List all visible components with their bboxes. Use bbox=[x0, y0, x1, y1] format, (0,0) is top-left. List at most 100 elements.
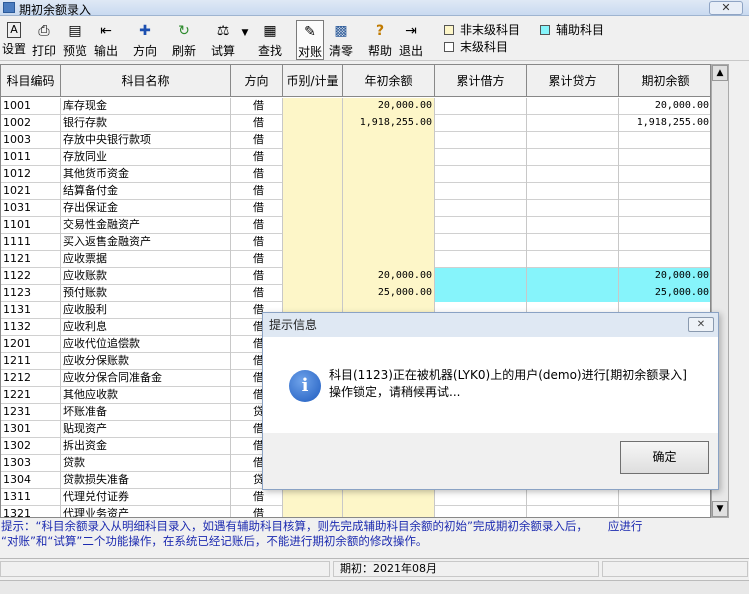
cell-name[interactable]: 其他应收款 bbox=[61, 387, 231, 404]
cell-name[interactable]: 代理兑付证券 bbox=[61, 489, 231, 506]
cell-cur[interactable] bbox=[283, 149, 343, 166]
help-button[interactable]: ? 帮助 bbox=[366, 20, 394, 60]
cell-code[interactable]: 1131 bbox=[1, 302, 61, 319]
cell-year[interactable] bbox=[343, 506, 435, 517]
cell-year[interactable]: 25,000.00 bbox=[343, 285, 435, 302]
cell-cr[interactable] bbox=[527, 285, 619, 302]
cell-cr[interactable] bbox=[527, 217, 619, 234]
cell-bal[interactable] bbox=[619, 132, 710, 149]
cell-dir[interactable]: 借 bbox=[231, 200, 283, 217]
cell-dr[interactable] bbox=[435, 268, 527, 285]
cell-code[interactable]: 1201 bbox=[1, 336, 61, 353]
cell-code[interactable]: 1012 bbox=[1, 166, 61, 183]
cell-bal[interactable] bbox=[619, 251, 710, 268]
find-button[interactable]: ▦ 查找 bbox=[256, 20, 284, 60]
cell-cur[interactable] bbox=[283, 132, 343, 149]
cell-code[interactable]: 1021 bbox=[1, 183, 61, 200]
table-row[interactable]: 1122 应收账款借 20,000.00 20,000.00 bbox=[1, 268, 710, 285]
col-header-year-start[interactable]: 年初余额 bbox=[343, 65, 435, 97]
refresh-button[interactable]: ↻ 刷新 bbox=[170, 20, 198, 60]
cell-bal[interactable] bbox=[619, 183, 710, 200]
cell-bal[interactable]: 20,000.00 bbox=[619, 268, 710, 285]
cell-name[interactable]: 存出保证金 bbox=[61, 200, 231, 217]
cell-cur[interactable] bbox=[283, 251, 343, 268]
cell-dr[interactable] bbox=[435, 183, 527, 200]
cell-bal[interactable] bbox=[619, 149, 710, 166]
trial-balance-button[interactable]: ⚖ 试算 bbox=[208, 20, 238, 60]
cell-dr[interactable] bbox=[435, 234, 527, 251]
cell-dr[interactable] bbox=[435, 506, 527, 517]
cell-cr[interactable] bbox=[527, 115, 619, 132]
cell-year[interactable]: 1,918,255.00 bbox=[343, 115, 435, 132]
cell-code[interactable]: 1231 bbox=[1, 404, 61, 421]
cell-name[interactable]: 其他货币资金 bbox=[61, 166, 231, 183]
settings-button[interactable]: A 设置 bbox=[1, 20, 27, 60]
cell-cr[interactable] bbox=[527, 234, 619, 251]
cell-dr[interactable] bbox=[435, 132, 527, 149]
col-header-currency[interactable]: 币别/计量 bbox=[283, 65, 343, 97]
cell-cr[interactable] bbox=[527, 183, 619, 200]
table-row[interactable]: 1101 交易性金融资产借 bbox=[1, 217, 710, 234]
cell-name[interactable]: 坏账准备 bbox=[61, 404, 231, 421]
cell-dr[interactable] bbox=[435, 285, 527, 302]
cell-name[interactable]: 交易性金融资产 bbox=[61, 217, 231, 234]
cell-code[interactable]: 1111 bbox=[1, 234, 61, 251]
cell-cr[interactable] bbox=[527, 132, 619, 149]
export-button[interactable]: ⇤ 输出 bbox=[92, 20, 120, 60]
cell-name[interactable]: 存放中央银行款项 bbox=[61, 132, 231, 149]
cell-bal[interactable]: 1,918,255.00 bbox=[619, 115, 710, 132]
window-close-button[interactable]: ✕ bbox=[709, 1, 743, 15]
cell-cr[interactable] bbox=[527, 98, 619, 115]
cell-cur[interactable] bbox=[283, 285, 343, 302]
table-row[interactable]: 1121 应收票据借 bbox=[1, 251, 710, 268]
cell-year[interactable] bbox=[343, 200, 435, 217]
cell-code[interactable]: 1211 bbox=[1, 353, 61, 370]
cell-cr[interactable] bbox=[527, 489, 619, 506]
cell-name[interactable]: 应收利息 bbox=[61, 319, 231, 336]
cell-year[interactable] bbox=[343, 166, 435, 183]
scroll-up-icon[interactable]: ▲ bbox=[712, 65, 728, 81]
cell-code[interactable]: 1001 bbox=[1, 98, 61, 115]
cell-name[interactable]: 贷款 bbox=[61, 455, 231, 472]
cell-cur[interactable] bbox=[283, 489, 343, 506]
table-row[interactable]: 1012 其他货币资金借 bbox=[1, 166, 710, 183]
cell-dir[interactable]: 借 bbox=[231, 98, 283, 115]
cell-cur[interactable] bbox=[283, 183, 343, 200]
cell-code[interactable]: 1302 bbox=[1, 438, 61, 455]
trial-balance-dropdown[interactable]: ▼ bbox=[239, 20, 251, 60]
print-button[interactable]: ⎙ 打印 bbox=[31, 20, 57, 60]
cell-name[interactable]: 应收票据 bbox=[61, 251, 231, 268]
cell-name[interactable]: 库存现金 bbox=[61, 98, 231, 115]
cell-cur[interactable] bbox=[283, 115, 343, 132]
col-header-opening[interactable]: 期初余额 bbox=[619, 65, 710, 97]
cell-dir[interactable]: 借 bbox=[231, 115, 283, 132]
dialog-close-button[interactable]: ✕ bbox=[688, 317, 714, 332]
cell-cr[interactable] bbox=[527, 149, 619, 166]
cell-code[interactable]: 1303 bbox=[1, 455, 61, 472]
cell-dr[interactable] bbox=[435, 489, 527, 506]
cell-name[interactable]: 贴现资产 bbox=[61, 421, 231, 438]
cell-year[interactable]: 20,000.00 bbox=[343, 98, 435, 115]
table-row[interactable]: 1031 存出保证金借 bbox=[1, 200, 710, 217]
cell-dr[interactable] bbox=[435, 251, 527, 268]
cell-cur[interactable] bbox=[283, 98, 343, 115]
cell-code[interactable]: 1132 bbox=[1, 319, 61, 336]
table-row[interactable]: 1001 库存现金借 20,000.00 20,000.00 bbox=[1, 98, 710, 115]
cell-cr[interactable] bbox=[527, 200, 619, 217]
cell-year[interactable] bbox=[343, 149, 435, 166]
cell-cur[interactable] bbox=[283, 234, 343, 251]
cell-dir[interactable]: 借 bbox=[231, 132, 283, 149]
table-row[interactable]: 1111 买入返售金融资产借 bbox=[1, 234, 710, 251]
col-header-direction[interactable]: 方向 bbox=[231, 65, 283, 97]
exit-button[interactable]: ⇥ 退出 bbox=[397, 20, 425, 60]
cell-code[interactable]: 1101 bbox=[1, 217, 61, 234]
cell-name[interactable]: 贷款损失准备 bbox=[61, 472, 231, 489]
cell-dir[interactable]: 借 bbox=[231, 285, 283, 302]
cell-code[interactable]: 1121 bbox=[1, 251, 61, 268]
cell-code[interactable]: 1301 bbox=[1, 421, 61, 438]
cell-cur[interactable] bbox=[283, 217, 343, 234]
cell-cur[interactable] bbox=[283, 200, 343, 217]
cell-bal[interactable] bbox=[619, 489, 710, 506]
cell-code[interactable]: 1304 bbox=[1, 472, 61, 489]
cell-year[interactable]: 20,000.00 bbox=[343, 268, 435, 285]
